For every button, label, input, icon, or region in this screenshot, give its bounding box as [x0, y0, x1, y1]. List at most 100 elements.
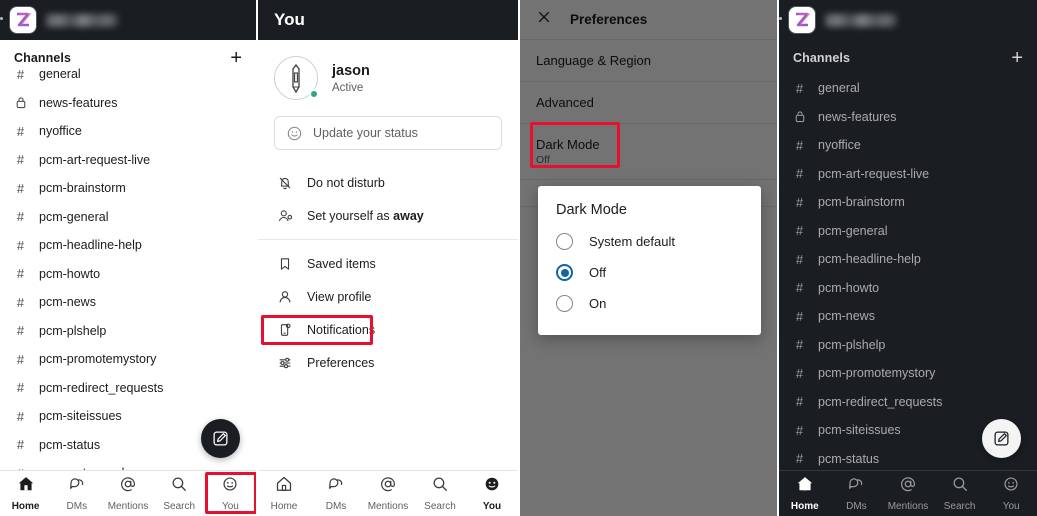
channel-name: pcm-general — [39, 209, 109, 224]
nav-item-dms[interactable]: DMs — [310, 471, 362, 516]
nav-label: You — [482, 501, 502, 512]
at-icon — [119, 475, 137, 498]
channel-item[interactable]: # pcm-general — [779, 217, 1037, 246]
radio-icon-selected[interactable] — [556, 264, 573, 281]
you-title: You — [274, 10, 305, 29]
workspace-header-dark[interactable] — [779, 0, 1037, 40]
channel-item[interactable]: # pcm-promotemystory — [0, 345, 256, 374]
channel-name: pcm-brainstorm — [818, 195, 905, 210]
radio-icon[interactable] — [556, 233, 573, 250]
channel-item[interactable]: # pcm-redirect_requests — [779, 388, 1037, 417]
you-face-icon — [1002, 475, 1020, 498]
channel-name: pcm-brainstorm — [39, 181, 126, 196]
channel-item[interactable]: news-features — [0, 89, 256, 118]
channel-item[interactable]: # general — [779, 74, 1037, 103]
channel-item[interactable]: # pcm-headline-help — [779, 245, 1037, 274]
compose-fab-light[interactable] — [201, 419, 240, 458]
dms-icon — [327, 475, 345, 498]
lock-icon — [793, 110, 806, 123]
nav-item-mentions[interactable]: Mentions — [102, 471, 153, 516]
nav-item-dms[interactable]: DMs — [831, 471, 883, 516]
you-menu[interactable]: Do not disturb Set yourself as away Save… — [258, 166, 518, 379]
channel-item[interactable]: news-features — [779, 103, 1037, 132]
menu-item-do-not-disturb[interactable]: Do not disturb — [258, 166, 518, 199]
nav-label: DMs — [325, 501, 347, 512]
nav-label: You — [1002, 501, 1020, 512]
status-input[interactable]: Update your status — [274, 116, 502, 150]
channel-item[interactable]: # pcm-redirect_requests — [0, 374, 256, 403]
menu-item-saved-items[interactable]: Saved items — [258, 247, 518, 280]
channel-item[interactable]: # pcm-howto — [0, 260, 256, 289]
menu-item-view-profile[interactable]: View profile — [258, 280, 518, 313]
channel-item[interactable]: # pcm-art-request-live — [779, 160, 1037, 189]
channel-item[interactable]: # pcm-plshelp — [0, 317, 256, 346]
bottom-nav-light[interactable]: Home DMs Mentions Search You — [0, 470, 256, 516]
channels-header-dark: Channels + — [779, 40, 1037, 74]
menu-item-notifications[interactable]: Notifications — [258, 313, 518, 346]
channel-item[interactable]: # nyoffice — [779, 131, 1037, 160]
radio-off[interactable]: Off — [538, 257, 761, 288]
channel-name: general — [39, 67, 81, 82]
bottom-nav-you[interactable]: Home DMs Mentions Search You — [258, 470, 518, 516]
profile-text: jason Active — [332, 62, 370, 94]
search-icon — [431, 475, 449, 498]
channel-item[interactable]: # nyoffice — [0, 117, 256, 146]
nav-item-search[interactable]: Search — [934, 471, 986, 516]
bookmark-icon — [276, 256, 293, 272]
channel-name: pcm-headline-help — [818, 252, 921, 267]
channel-item[interactable]: # pcm-brainstorm — [779, 188, 1037, 217]
channel-item[interactable]: # pcm-headline-help — [0, 231, 256, 260]
nav-item-dms[interactable]: DMs — [51, 471, 102, 516]
nav-item-home[interactable]: Home — [258, 471, 310, 516]
workspace-header[interactable] — [0, 0, 256, 40]
workspace-logo-icon[interactable] — [10, 7, 36, 33]
profile-presence: Active — [332, 81, 364, 94]
channel-item[interactable]: # pcm-general — [0, 203, 256, 232]
panel-you-menu: You jason Active Update your status Do n… — [258, 0, 520, 516]
channel-list-dark[interactable]: # general news-features # nyoffice # pcm-art-r… — [779, 74, 1037, 473]
menu-item-preferences[interactable]: Preferences — [258, 346, 518, 379]
menu-divider — [258, 239, 518, 240]
menu-label: Do not disturb — [307, 175, 385, 190]
channel-item[interactable]: # pcm-art-request-live — [0, 146, 256, 175]
dms-icon — [847, 475, 865, 498]
nav-item-home[interactable]: Home — [0, 471, 51, 516]
compose-fab-dark[interactable] — [982, 419, 1021, 458]
radio-icon[interactable] — [556, 295, 573, 312]
bottom-nav-dark[interactable]: Home DMs Mentions Search You — [779, 470, 1037, 516]
nav-item-mentions[interactable]: Mentions — [882, 471, 934, 516]
dark-mode-dialog: Dark Mode System default Off On — [538, 186, 761, 335]
avatar[interactable] — [274, 56, 319, 100]
channel-name: pcm-siteissues — [39, 409, 122, 424]
channels-title: Channels — [14, 51, 72, 65]
add-channel-icon[interactable]: + — [230, 48, 242, 68]
channel-item[interactable]: # pcm-news — [0, 288, 256, 317]
radio-on[interactable]: On — [538, 288, 761, 319]
hash-icon: # — [795, 365, 804, 381]
home-icon — [275, 475, 293, 498]
channel-item[interactable]: # pcm-news — [779, 302, 1037, 331]
nav-item-home[interactable]: Home — [779, 471, 831, 516]
hash-icon: # — [795, 194, 804, 210]
nav-item-you[interactable]: You — [985, 471, 1037, 516]
nav-item-you[interactable]: You — [205, 471, 256, 516]
nav-label: Mentions — [367, 501, 409, 512]
profile-row[interactable]: jason Active — [258, 40, 518, 100]
nav-item-search[interactable]: Search — [154, 471, 205, 516]
radio-system-default[interactable]: System default — [538, 226, 761, 257]
channel-item[interactable]: # pcm-promotemystory — [779, 359, 1037, 388]
person-icon — [276, 289, 293, 305]
nav-item-search[interactable]: Search — [414, 471, 466, 516]
channel-item[interactable]: # pcm-brainstorm — [0, 174, 256, 203]
hash-icon: # — [795, 422, 804, 438]
channels-title: Channels — [793, 51, 851, 65]
nav-item-mentions[interactable]: Mentions — [362, 471, 414, 516]
menu-item-set-away[interactable]: Set yourself as away — [258, 199, 518, 232]
hash-icon: # — [16, 323, 25, 339]
add-channel-icon[interactable]: + — [1011, 48, 1023, 68]
radio-label: System default — [589, 234, 675, 249]
workspace-logo-icon[interactable] — [789, 7, 815, 33]
channel-item[interactable]: # pcm-plshelp — [779, 331, 1037, 360]
nav-item-you[interactable]: You — [466, 471, 518, 516]
channel-item[interactable]: # pcm-howto — [779, 274, 1037, 303]
